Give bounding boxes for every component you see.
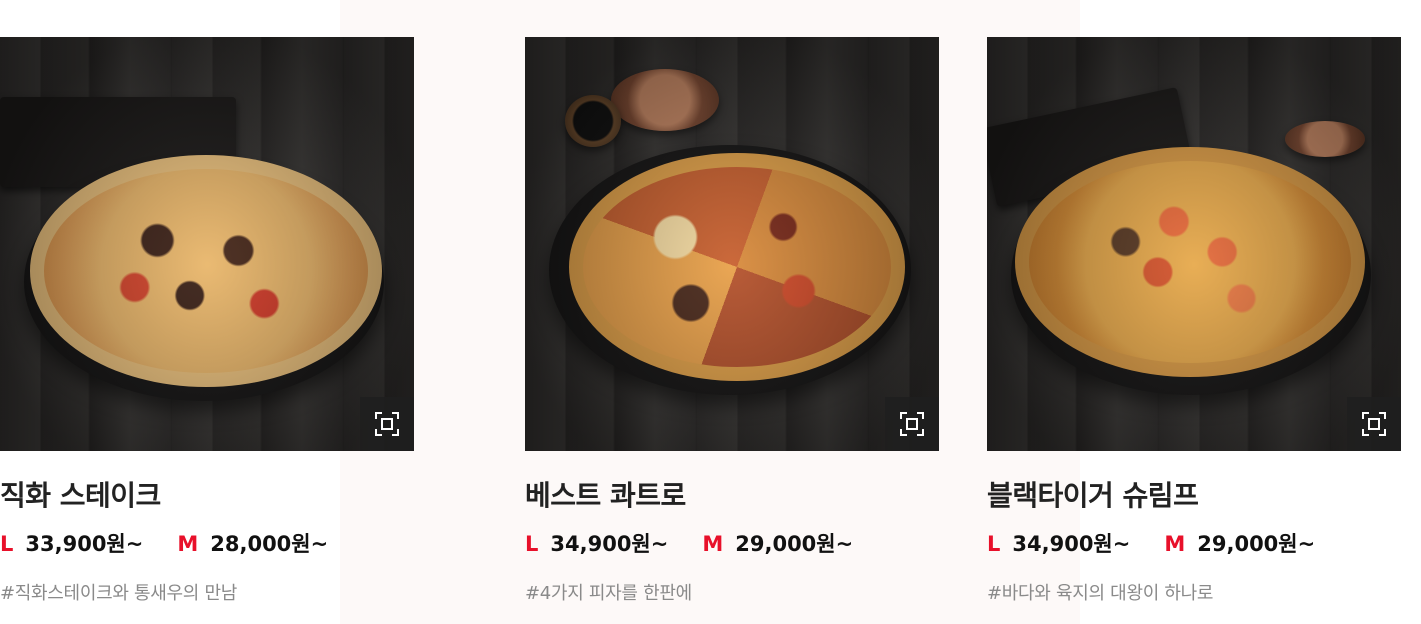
- size-label: L: [987, 532, 1001, 556]
- price-value: 29,000원~: [1197, 532, 1316, 556]
- product-card-best-quattro[interactable]: 베스트 콰트로 L 34,900원~ M 29,000원~ #4가지 피자를 한…: [525, 37, 939, 605]
- size-label: M: [177, 532, 199, 556]
- expand-icon: [900, 412, 924, 436]
- zoom-button[interactable]: [885, 397, 939, 451]
- price-large: L 34,900원~: [525, 531, 668, 557]
- price-value: 34,900원~: [550, 532, 669, 556]
- side-dish: [1285, 121, 1365, 157]
- price-medium: M 29,000원~: [1164, 531, 1315, 557]
- product-tagline: #바다와 육지의 대왕이 하나로: [987, 583, 1214, 604]
- product-image[interactable]: [0, 37, 414, 451]
- zoom-button[interactable]: [360, 397, 414, 451]
- size-label: M: [702, 532, 724, 556]
- product-card-flame-steak[interactable]: 직화 스테이크 L 33,900원~ M 28,000원~ #직화스테이크와 통…: [0, 37, 414, 605]
- price-value: 29,000원~: [735, 532, 854, 556]
- size-label: L: [525, 532, 539, 556]
- price-medium: M 29,000원~: [702, 531, 853, 557]
- price-value: 28,000원~: [210, 532, 329, 556]
- expand-icon: [1362, 412, 1386, 436]
- price-value: 34,900원~: [1012, 532, 1131, 556]
- size-label: M: [1164, 532, 1186, 556]
- size-label: L: [0, 532, 14, 556]
- pizza: [569, 153, 905, 381]
- price-row: L 34,900원~ M 29,000원~: [525, 531, 939, 557]
- price-row: L 33,900원~ M 28,000원~: [0, 531, 414, 557]
- product-tagline: #4가지 피자를 한판에: [525, 583, 692, 604]
- product-title[interactable]: 직화 스테이크: [0, 479, 414, 513]
- price-row: L 34,900원~ M 29,000원~: [987, 531, 1401, 557]
- product-card-black-tiger-shrimp[interactable]: 블랙타이거 슈림프 L 34,900원~ M 29,000원~ #바다와 육지의…: [987, 37, 1401, 605]
- product-image[interactable]: [525, 37, 939, 451]
- price-large: L 34,900원~: [987, 531, 1130, 557]
- price-medium: M 28,000원~: [177, 531, 328, 557]
- product-title[interactable]: 베스트 콰트로: [525, 479, 939, 513]
- side-dish-olives: [565, 95, 621, 147]
- pizza: [30, 155, 382, 387]
- zoom-button[interactable]: [1347, 397, 1401, 451]
- product-image[interactable]: [987, 37, 1401, 451]
- product-tagline: #직화스테이크와 통새우의 만남: [0, 583, 238, 604]
- product-title[interactable]: 블랙타이거 슈림프: [987, 479, 1401, 513]
- price-value: 33,900원~: [25, 532, 144, 556]
- pizza: [1015, 147, 1365, 377]
- side-dish-ham: [611, 69, 719, 131]
- price-large: L 33,900원~: [0, 531, 143, 557]
- expand-icon: [375, 412, 399, 436]
